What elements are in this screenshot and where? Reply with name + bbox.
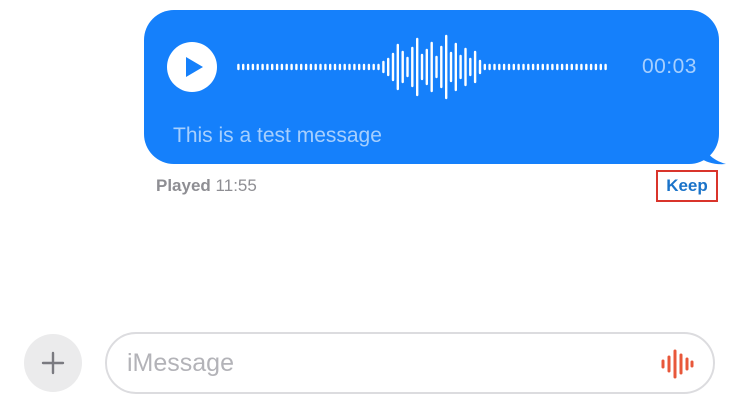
message-compose-field[interactable] [105,332,715,394]
plus-icon [41,351,65,375]
bubble-tail [700,138,726,165]
played-time: 11:55 [215,176,257,195]
played-label: Played [156,176,211,195]
audio-waveform-icon [661,349,694,379]
imessage-conversation: 00:03 This is a test message Played 11:5… [0,0,750,417]
keep-button[interactable]: Keep [656,170,718,202]
audio-record-button[interactable] [659,347,695,381]
play-icon [186,57,203,77]
audio-duration: 00:03 [641,55,697,78]
audio-transcript: This is a test message [173,124,382,147]
message-input[interactable] [127,334,637,392]
play-button[interactable] [167,42,217,92]
message-status: Played 11:55 [156,176,257,196]
audio-waveform[interactable] [236,32,608,102]
apps-plus-button[interactable] [24,334,82,392]
